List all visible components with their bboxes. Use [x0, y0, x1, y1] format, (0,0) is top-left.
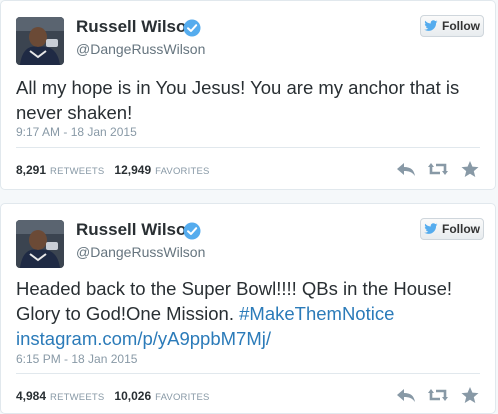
retweets-label: RETWEETS	[50, 392, 105, 403]
retweet-count[interactable]: 8,291	[16, 163, 46, 177]
star-icon[interactable]	[459, 160, 481, 178]
tweet-text-line: never shaken!	[16, 102, 133, 123]
user-handle[interactable]: @DangeRussWilson	[76, 41, 205, 57]
divider	[16, 147, 480, 148]
tweet-text: All my hope is in You Jesus! You are my …	[16, 75, 486, 125]
retweet-count[interactable]: 4,984	[16, 389, 46, 403]
tweet-text-line: Headed back to the Super Bowl!!!! QBs in…	[16, 278, 453, 299]
instagram-link[interactable]: instagram.com/p/yA9ppbM7Mj/	[16, 328, 271, 349]
divider	[16, 373, 480, 374]
tweet-card: Russell Wilson @DangeRussWilson Follow H…	[0, 203, 496, 414]
reply-icon[interactable]	[395, 386, 417, 404]
avatar[interactable]	[16, 17, 64, 65]
star-icon[interactable]	[459, 386, 481, 404]
favorites-label: FAVORITES	[155, 392, 210, 403]
tweet-timestamp[interactable]: 6:15 PM - 18 Jan 2015	[16, 352, 137, 366]
follow-label: Follow	[442, 19, 480, 33]
tweet-timestamp[interactable]: 9:17 AM - 18 Jan 2015	[16, 125, 137, 139]
reply-icon[interactable]	[395, 160, 417, 178]
tweet-text-line: Glory to God!One Mission.	[16, 303, 240, 324]
tweet-text-line: All my hope is in You Jesus! You are my …	[16, 77, 460, 98]
retweets-label: RETWEETS	[50, 166, 105, 177]
tweet-card: Russell Wilson @DangeRussWilson Follow A…	[0, 0, 496, 190]
hashtag-link[interactable]: #MakeThemNotice	[239, 303, 394, 324]
retweet-icon[interactable]	[427, 386, 449, 404]
verified-badge-icon	[183, 19, 201, 37]
display-name[interactable]: Russell Wilson	[76, 220, 197, 240]
twitter-bird-icon	[424, 20, 438, 31]
tweet-actions	[395, 160, 481, 178]
favorites-label: FAVORITES	[155, 166, 210, 177]
favorite-count[interactable]: 12,949	[114, 163, 151, 177]
tweet-text: Headed back to the Super Bowl!!!! QBs in…	[16, 276, 486, 351]
user-handle[interactable]: @DangeRussWilson	[76, 244, 205, 260]
follow-button[interactable]: Follow	[420, 218, 484, 240]
retweet-icon[interactable]	[427, 160, 449, 178]
verified-badge-icon	[183, 222, 201, 240]
tweet-actions	[395, 386, 481, 404]
tweet-stats: 4,984 RETWEETS 10,026 FAVORITES	[16, 389, 220, 403]
avatar[interactable]	[16, 220, 64, 268]
tweet-stats: 8,291 RETWEETS 12,949 FAVORITES	[16, 163, 220, 177]
twitter-bird-icon	[424, 223, 438, 234]
display-name[interactable]: Russell Wilson	[76, 17, 197, 37]
follow-button[interactable]: Follow	[420, 15, 484, 37]
favorite-count[interactable]: 10,026	[114, 389, 151, 403]
follow-label: Follow	[442, 222, 480, 236]
